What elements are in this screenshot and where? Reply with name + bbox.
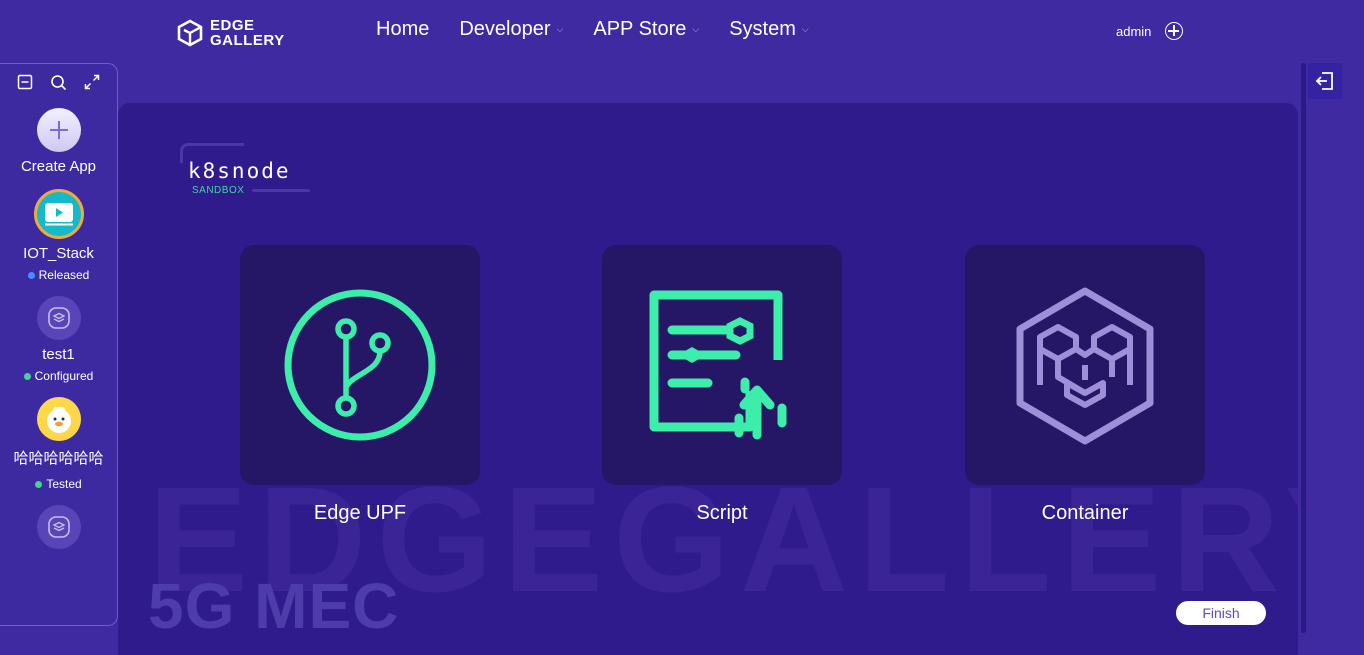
logout-icon [1315, 72, 1333, 90]
nav-home[interactable]: Home [376, 18, 429, 41]
status-text: Tested [46, 477, 82, 491]
nav-app-store-label: APP Store [593, 18, 687, 40]
sidebar-app-item[interactable]: 哈哈哈哈哈哈 Tested [0, 397, 117, 491]
nav-home-label: Home [376, 18, 430, 40]
logo-text-line1: EDGE [210, 17, 255, 34]
scrollbar[interactable] [1301, 63, 1306, 633]
add-icon [36, 108, 81, 152]
chevron-down-icon: ⌵ [556, 24, 564, 34]
language-globe-icon[interactable] [1165, 22, 1184, 40]
watermark-5g-mec: 5G MEC [148, 570, 400, 642]
logo-text-line2: GALLERY [210, 32, 285, 49]
app-avatar [36, 505, 81, 549]
username[interactable]: admin [1116, 24, 1151, 39]
page-subtitle: SANDBOX [192, 185, 245, 196]
script-upload-icon [649, 290, 787, 440]
card-icon-box [602, 245, 842, 485]
nav-app-store[interactable]: APP Store ⌵ [593, 18, 699, 41]
expand-icon[interactable] [83, 73, 101, 91]
app-avatar [36, 296, 81, 340]
status-badge: Tested [0, 477, 117, 491]
duck-face-icon [46, 407, 71, 433]
main-nav: Home Developer ⌵ APP Store ⌵ System ⌵ [376, 18, 839, 41]
container-card[interactable]: Container [965, 245, 1205, 525]
app-avatar [33, 189, 84, 239]
app-name: 哈哈哈哈哈哈 [13, 450, 104, 467]
nav-system-label: System [729, 18, 796, 40]
nav-system[interactable]: System ⌵ [729, 18, 809, 41]
sidebar-app-item[interactable]: test1 Configured [0, 296, 117, 383]
top-header: EDGE GALLERY Home Developer ⌵ APP Store ⌵ … [0, 0, 1364, 66]
exit-button[interactable] [1308, 63, 1342, 99]
collapse-icon[interactable] [16, 73, 34, 91]
layers-icon [47, 516, 70, 538]
sidebar-toolbar [0, 64, 117, 98]
search-icon[interactable] [49, 73, 67, 91]
sandbox-panel: EDGEGALLERY 5G MEC k8snode SANDBOX Edge … [118, 103, 1298, 655]
app-sidebar: Create App IOT_Stack Released test1 Conf… [0, 63, 118, 626]
create-app-label: Create App [20, 158, 97, 175]
status-dot-icon [27, 271, 35, 279]
sidebar-app-item[interactable] [0, 505, 117, 549]
create-app-item[interactable]: Create App [0, 108, 117, 175]
status-badge: Configured [0, 369, 117, 383]
page-title: k8snode [188, 159, 291, 183]
chevron-down-icon: ⌵ [692, 24, 700, 34]
cube-logo-icon [177, 19, 203, 47]
decorative-line [252, 189, 310, 192]
sandbox-title-block: k8snode SANDBOX [180, 143, 320, 199]
card-icon-box [240, 245, 480, 485]
git-branch-icon [284, 289, 436, 441]
card-icon-box [965, 245, 1205, 485]
status-dot-icon [35, 480, 43, 488]
card-label: Script [696, 502, 748, 524]
layers-icon [47, 307, 70, 329]
edge-upf-card[interactable]: Edge UPF [240, 245, 480, 525]
user-area: admin [1116, 22, 1184, 40]
app-name: test1 [42, 346, 75, 363]
app-name: IOT_Stack [23, 245, 94, 262]
card-label: Edge UPF [313, 502, 407, 524]
status-text: Released [38, 268, 90, 282]
chevron-down-icon: ⌵ [801, 24, 809, 34]
container-cube-icon [1016, 287, 1154, 445]
play-icon [44, 203, 73, 226]
nav-developer[interactable]: Developer ⌵ [459, 18, 563, 41]
sidebar-app-item[interactable]: IOT_Stack Released [0, 189, 117, 282]
finish-button[interactable]: Finish [1176, 601, 1266, 625]
app-avatar [36, 397, 81, 441]
status-text: Configured [34, 369, 94, 383]
card-label: Container [1041, 502, 1129, 524]
nav-developer-label: Developer [459, 18, 551, 40]
script-card[interactable]: Script [602, 245, 842, 525]
edgegallery-logo[interactable]: EDGE GALLERY [176, 18, 285, 48]
status-badge: Released [0, 268, 117, 282]
status-dot-icon [23, 372, 31, 380]
